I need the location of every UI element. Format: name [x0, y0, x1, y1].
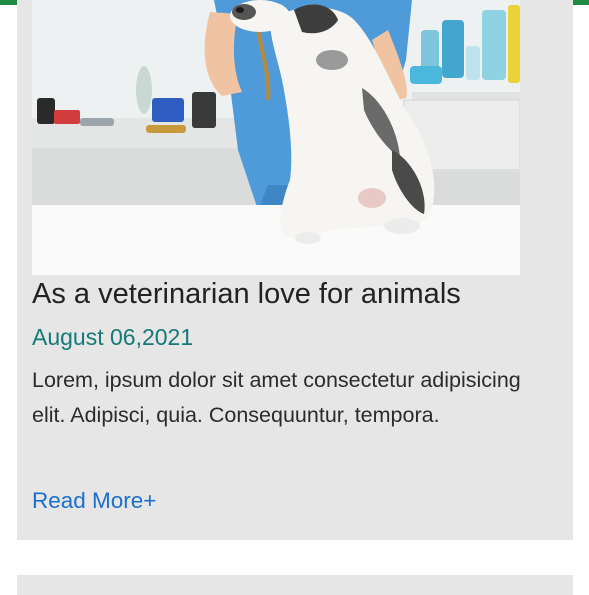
blog-post-card: As a veterinarian love for animals Augus…: [17, 0, 573, 540]
post-date: August 06,2021: [32, 324, 194, 350]
post-excerpt: Lorem, ipsum dolor sit amet consectetur …: [32, 368, 521, 427]
read-more-link[interactable]: Read More+: [32, 486, 156, 516]
post-title[interactable]: As a veterinarian love for animals: [32, 276, 562, 312]
post-image[interactable]: [32, 0, 520, 275]
vet-dog-photo: [32, 0, 520, 275]
next-post-card: [17, 575, 573, 595]
